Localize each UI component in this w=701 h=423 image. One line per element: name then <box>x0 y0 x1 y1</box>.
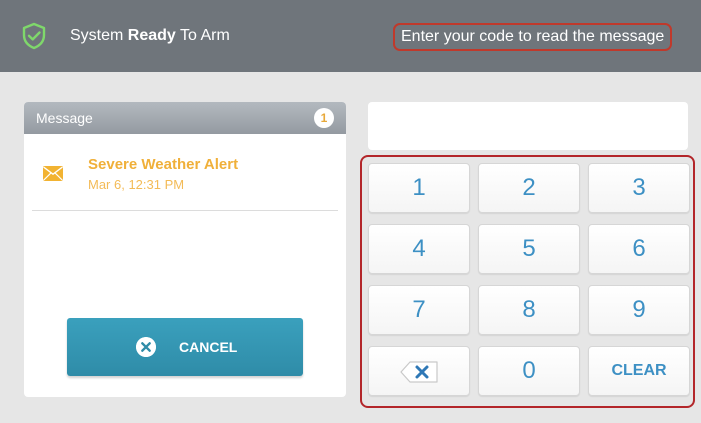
message-list-item[interactable]: Severe Weather Alert Mar 6, 12:31 PM <box>32 146 338 211</box>
message-count-badge: 1 <box>314 108 334 128</box>
status-suffix: To Arm <box>179 27 230 44</box>
keypad-backspace-key[interactable] <box>368 346 470 396</box>
message-panel: Message 1 Severe Weather Alert Mar 6, 12… <box>24 102 346 397</box>
keypad-key-2[interactable]: 2 <box>478 163 580 213</box>
status-prefix: System <box>70 27 124 44</box>
keypad-key-7[interactable]: 7 <box>368 285 470 335</box>
keypad-clear-key[interactable]: CLEAR <box>588 346 690 396</box>
backspace-icon <box>400 361 438 383</box>
system-status: System Ready To Arm <box>70 26 230 46</box>
keypad-key-9[interactable]: 9 <box>588 285 690 335</box>
message-title: Severe Weather Alert <box>88 156 239 173</box>
keypad-key-5[interactable]: 5 <box>478 224 580 274</box>
enter-code-message-prompt[interactable]: Enter your code to read the message <box>393 23 673 51</box>
keypad-key-4[interactable]: 4 <box>368 224 470 274</box>
keypad-key-3[interactable]: 3 <box>588 163 690 213</box>
message-timestamp: Mar 6, 12:31 PM <box>88 177 185 192</box>
message-panel-title: Message <box>36 110 93 126</box>
keypad-key-1[interactable]: 1 <box>368 163 470 213</box>
cancel-button[interactable]: CANCEL <box>67 318 303 376</box>
numeric-keypad: 1 2 3 4 5 6 7 8 9 0 CLEAR <box>360 155 695 408</box>
envelope-icon <box>43 166 63 181</box>
keypad-key-8[interactable]: 8 <box>478 285 580 335</box>
top-status-bar: System Ready To Arm Enter your code to r… <box>0 0 701 72</box>
cancel-label: CANCEL <box>179 339 238 355</box>
status-ready: Ready <box>127 27 176 44</box>
close-circle-icon <box>136 337 156 357</box>
message-panel-header: Message 1 <box>24 102 346 134</box>
keypad-key-0[interactable]: 0 <box>478 346 580 396</box>
shield-check-icon <box>22 22 46 50</box>
keypad-key-6[interactable]: 6 <box>588 224 690 274</box>
code-display-field[interactable] <box>368 102 688 150</box>
